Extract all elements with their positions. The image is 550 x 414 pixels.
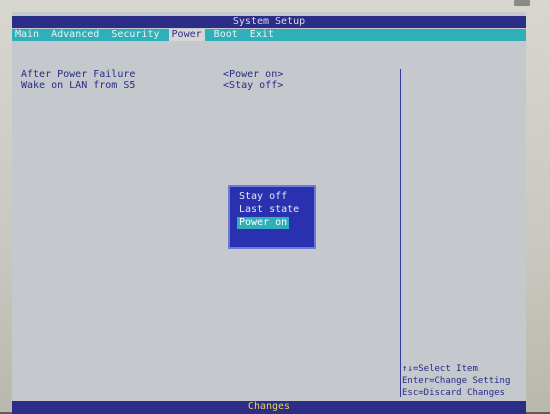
tab-boot[interactable]: Boot <box>211 29 241 41</box>
option-power-on[interactable]: Power on <box>237 217 290 229</box>
help-divider <box>400 69 401 397</box>
option-last-state[interactable]: Last state <box>237 204 301 216</box>
setting-after-power-failure[interactable]: After Power Failure <Power on> <box>21 69 283 80</box>
tab-main[interactable]: Main <box>12 29 42 41</box>
monitor-badge <box>514 0 530 6</box>
help-panel: ↑↓=Select Item Enter=Change Setting Esc=… <box>402 363 510 399</box>
setting-label: Wake on LAN from S5 <box>21 80 136 91</box>
status-text: Changes <box>247 401 291 412</box>
tab-exit[interactable]: Exit <box>247 29 277 41</box>
tab-power[interactable]: Power <box>168 29 205 41</box>
help-change-setting: Enter=Change Setting <box>402 376 511 386</box>
setting-value[interactable]: <Stay off> <box>223 80 283 91</box>
option-stay-off[interactable]: Stay off <box>237 191 289 203</box>
monitor-bezel: System Setup Main Advanced Security Powe… <box>0 0 550 414</box>
options-popup: Stay off Last state Power on <box>228 185 316 249</box>
menu-bar: Main Advanced Security Power Boot Exit <box>12 29 526 41</box>
setting-label: After Power Failure <box>21 69 136 80</box>
settings-panel: After Power Failure <Power on> Wake on L… <box>12 41 526 401</box>
bios-screen: System Setup Main Advanced Security Powe… <box>12 12 526 414</box>
setting-wake-on-lan[interactable]: Wake on LAN from S5 <Stay off> <box>21 80 283 91</box>
help-select-item: ↑↓=Select Item <box>402 364 478 374</box>
setup-title: System Setup <box>12 16 526 28</box>
tab-advanced[interactable]: Advanced <box>48 29 102 41</box>
help-discard-changes: Esc=Discard Changes <box>402 388 505 398</box>
tab-security[interactable]: Security <box>108 29 162 41</box>
status-bar: Changes <box>12 401 526 414</box>
setting-value[interactable]: <Power on> <box>223 69 283 80</box>
